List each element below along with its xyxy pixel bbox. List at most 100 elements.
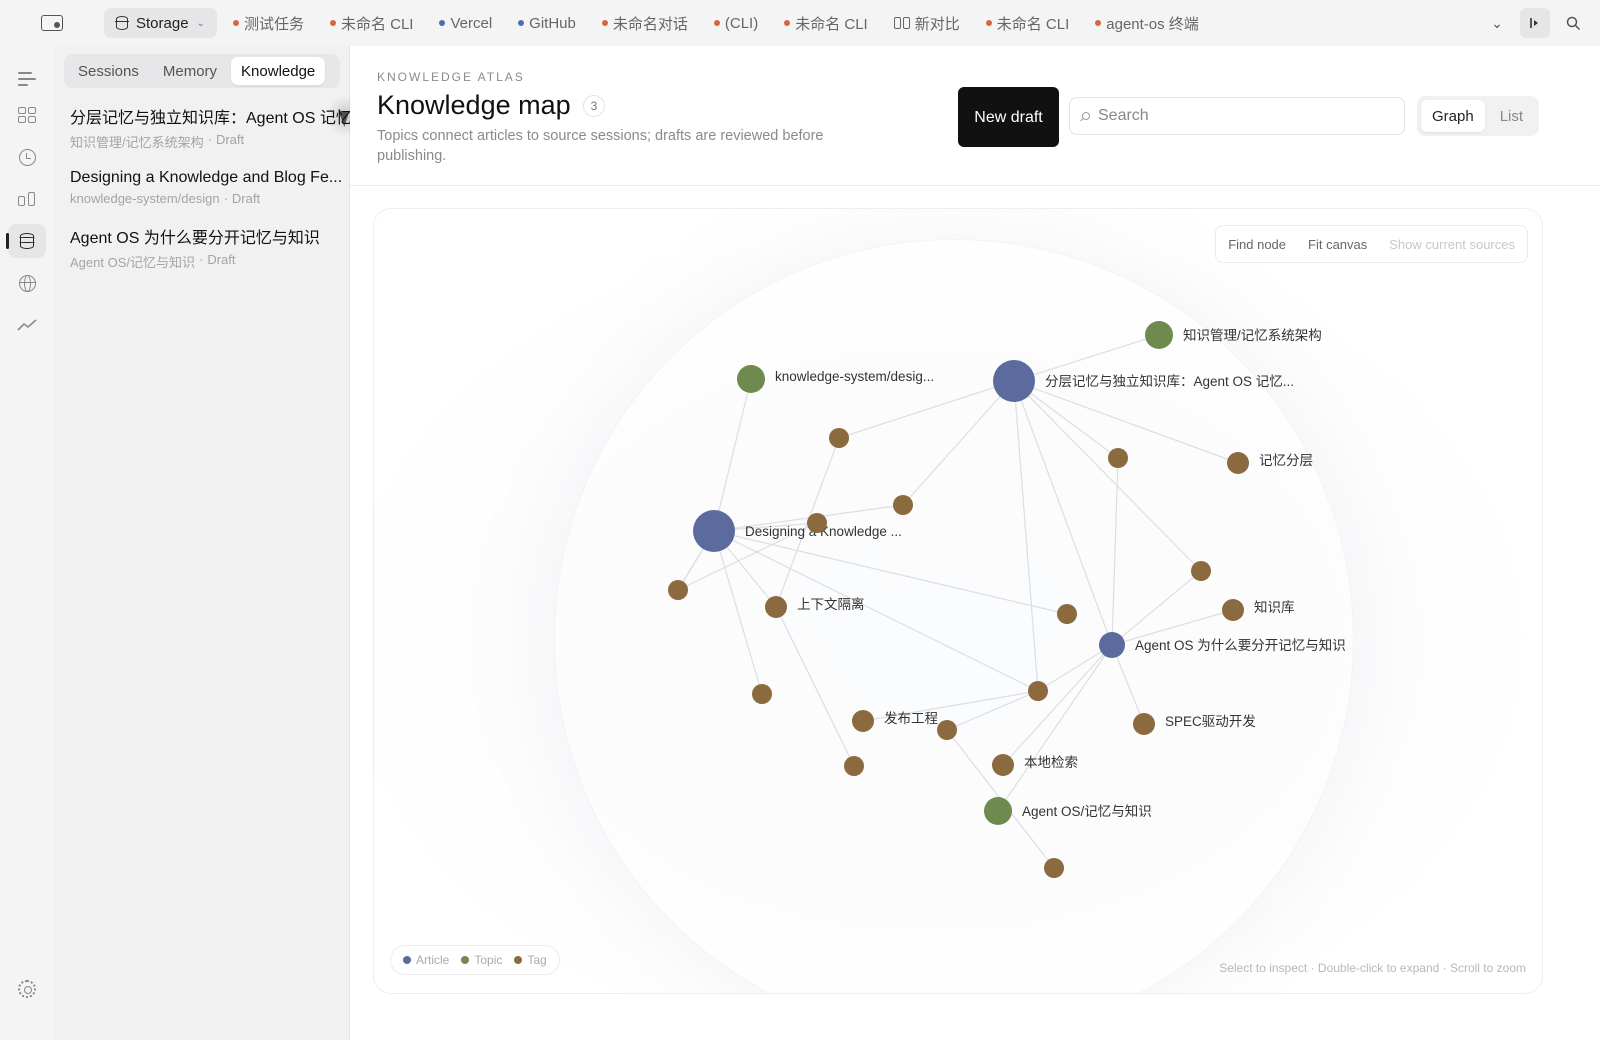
fit-canvas-button[interactable]: Fit canvas <box>1308 237 1367 252</box>
graph-node-tag[interactable] <box>1191 561 1211 581</box>
node-circle[interactable] <box>893 495 913 515</box>
tab-knowledge[interactable]: Knowledge <box>231 57 326 85</box>
node-circle[interactable] <box>737 365 765 393</box>
rail-compare[interactable] <box>8 182 46 216</box>
node-circle[interactable] <box>1044 858 1064 878</box>
tab-item[interactable]: GitHub <box>518 15 576 32</box>
tab-item[interactable]: (CLI) <box>713 15 758 32</box>
graph-node-tag[interactable]: 上下文隔离 <box>765 596 865 618</box>
graph-node-tag[interactable]: SPEC驱动开发 <box>1133 713 1256 735</box>
node-circle[interactable] <box>807 513 827 533</box>
graph-node-tag[interactable] <box>1028 681 1048 701</box>
tabs-overflow-button[interactable]: ⌄ <box>1482 8 1512 38</box>
graph-node-article[interactable]: Agent OS 为什么要分开记忆与知识 <box>1099 632 1346 658</box>
graph-node-tag[interactable] <box>1108 448 1128 468</box>
panel-toggle-button[interactable] <box>1520 8 1550 38</box>
graph-node-article[interactable]: 分层记忆与独立知识库：Agent OS 记忆... <box>993 360 1294 402</box>
graph-node-tag[interactable] <box>752 684 772 704</box>
graph-node-tag[interactable] <box>1044 858 1064 878</box>
tab-item[interactable]: 测试任务 <box>232 13 304 34</box>
graph-node-tag[interactable] <box>1057 604 1077 624</box>
tab-sessions[interactable]: Sessions <box>68 57 149 85</box>
node-circle[interactable] <box>844 756 864 776</box>
rail-history[interactable] <box>8 140 46 174</box>
window-toggle[interactable] <box>0 0 104 46</box>
node-circle[interactable] <box>1191 561 1211 581</box>
legend-dot <box>514 956 523 964</box>
tab-label: 未命名 CLI <box>996 15 1070 33</box>
node-circle[interactable] <box>1108 448 1128 468</box>
graph-node-tag[interactable]: 知识库 <box>1222 599 1295 621</box>
tab-item[interactable]: 未命名 CLI <box>329 13 414 34</box>
search-input[interactable] <box>1098 107 1388 125</box>
tab-memory[interactable]: Memory <box>153 57 227 85</box>
graph-edge <box>946 690 1039 731</box>
tab-item[interactable]: 未命名 CLI <box>784 13 868 34</box>
knowledge-graph[interactable]: 分层记忆与独立知识库：Agent OS 记忆... Designing a Kno… <box>374 209 1543 994</box>
node-circle[interactable] <box>668 580 688 600</box>
tab-item[interactable]: 未命名 CLI <box>985 13 1070 34</box>
node-circle[interactable] <box>693 510 735 552</box>
node-circle[interactable] <box>992 754 1014 776</box>
node-circle[interactable] <box>852 710 874 732</box>
graph-node-tag[interactable]: 发布工程 <box>852 710 938 732</box>
graph-node-tag[interactable] <box>937 720 957 740</box>
tab-item[interactable]: 未命名对话 <box>601 13 688 34</box>
node-circle[interactable] <box>1133 713 1155 735</box>
node-circle[interactable] <box>1222 599 1244 621</box>
node-circle[interactable] <box>984 797 1012 825</box>
graph-node-tag[interactable]: 记忆分层 <box>1227 452 1313 474</box>
graph-node-tag[interactable] <box>829 428 849 448</box>
graph-node-topic[interactable]: 知识管理/记忆系统架构 <box>1145 321 1322 349</box>
list-item[interactable]: 分层记忆与独立知识库：Agent OS 记忆... 知识管理/记忆系统架构 · Dr… <box>70 104 350 151</box>
node-circle[interactable] <box>1057 604 1077 624</box>
trend-icon <box>17 319 37 331</box>
rail-globe[interactable] <box>8 266 46 300</box>
graph-canvas[interactable]: 分层记忆与独立知识库：Agent OS 记忆... Designing a Kno… <box>373 208 1543 994</box>
rail-board[interactable] <box>8 98 46 132</box>
knowledge-sidebar: Sessions Memory Knowledge 分层记忆与独立知识库：Age… <box>54 46 366 1040</box>
tab-item[interactable]: agent-os 终端 <box>1095 13 1199 34</box>
list-item[interactable]: Designing a Knowledge and Blog Fe... kno… <box>70 169 350 206</box>
node-circle[interactable] <box>937 720 957 740</box>
graph-edge <box>1111 570 1202 646</box>
view-list-button[interactable]: List <box>1489 100 1534 132</box>
node-circle[interactable] <box>765 596 787 618</box>
rail-settings[interactable] <box>8 972 46 1006</box>
rail-storage[interactable] <box>6 224 46 258</box>
graph-edge <box>713 530 1039 692</box>
doc-path: 知识管理/记忆系统架构 <box>70 135 204 150</box>
node-circle[interactable] <box>752 684 772 704</box>
doc-title: Designing a Knowledge and Blog Fe... <box>70 169 343 186</box>
rail-menu[interactable] <box>8 62 46 96</box>
graph-node-tag[interactable] <box>807 513 827 533</box>
search-icon <box>1082 112 1090 120</box>
page-subtitle: Topics connect articles to source sessio… <box>377 128 824 164</box>
search-icon <box>1566 16 1580 30</box>
graph-node-topic[interactable]: Agent OS/记忆与知识 <box>984 797 1152 825</box>
tab-item[interactable]: Vercel <box>439 15 492 32</box>
new-draft-button[interactable]: New draft <box>958 87 1059 147</box>
graph-node-topic[interactable]: knowledge-system/desig... <box>737 365 934 393</box>
rail-trend[interactable] <box>8 308 46 342</box>
graph-node-article[interactable]: Designing a Knowledge ... <box>693 510 902 552</box>
status-dot <box>329 20 336 26</box>
node-circle[interactable] <box>993 360 1035 402</box>
storage-chip[interactable]: Storage ⌄ <box>104 8 217 38</box>
node-circle[interactable] <box>829 428 849 448</box>
list-item[interactable]: Agent OS 为什么要分开记忆与知识 Agent OS/记忆与知识 · Draf… <box>70 224 350 271</box>
node-circle[interactable] <box>1099 632 1125 658</box>
graph-node-tag[interactable] <box>844 756 864 776</box>
node-circle[interactable] <box>1028 681 1048 701</box>
node-circle[interactable] <box>1227 452 1249 474</box>
view-graph-button[interactable]: Graph <box>1421 100 1485 132</box>
find-node-button[interactable]: Find node <box>1228 237 1286 252</box>
tab-item[interactable]: 新对比 <box>893 13 960 34</box>
tab-label: 未命名 CLI <box>340 15 414 33</box>
graph-node-tag[interactable]: 本地检索 <box>992 754 1078 776</box>
show-sources-button[interactable]: Show current sources <box>1389 237 1515 252</box>
node-circle[interactable] <box>1145 321 1173 349</box>
graph-node-tag[interactable] <box>893 495 913 515</box>
graph-node-tag[interactable] <box>668 580 688 600</box>
global-search-button[interactable] <box>1558 8 1588 38</box>
